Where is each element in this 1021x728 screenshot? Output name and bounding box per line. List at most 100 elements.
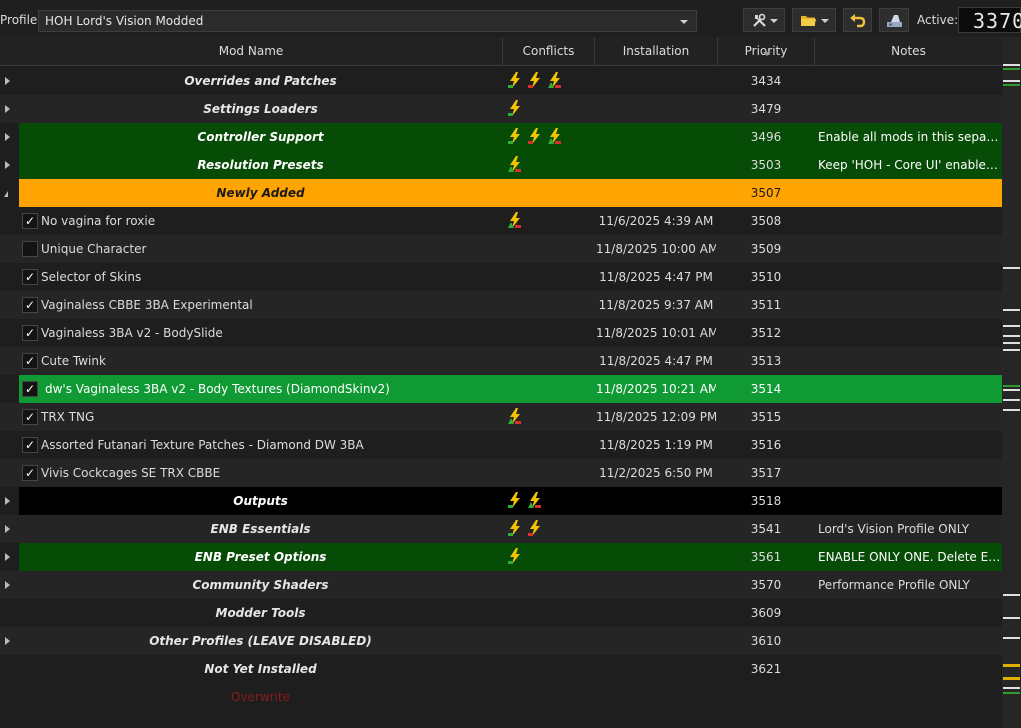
conflicts-cell <box>508 263 594 291</box>
conflict-mixed-icon <box>508 212 521 228</box>
backup-icon <box>887 15 902 27</box>
tools-button[interactable] <box>743 8 785 32</box>
conflicts-cell <box>508 235 594 263</box>
enable-checkbox[interactable]: ✓ <box>22 213 38 229</box>
enable-checkbox[interactable]: ✓ <box>22 353 38 369</box>
mod-row[interactable]: ✓ Vaginaless 3BA v2 - BodySlide 11/8/2025 … <box>0 319 1002 347</box>
separator-row[interactable]: Controller Support 3496 Enable all mods in… <box>0 123 1002 151</box>
notes-cell <box>818 291 1002 319</box>
conflict-mixed-icon <box>508 156 521 172</box>
conflicts-cell <box>508 319 594 347</box>
mod-row[interactable]: ✓ TRX TNG 11/8/2025 12:09 PM 3515 <box>0 403 1002 431</box>
separator-row[interactable]: Other Profiles (LEAVE DISABLED) 3610 <box>0 627 1002 655</box>
enable-checkbox[interactable]: ✓ <box>22 381 38 397</box>
separator-row[interactable]: Settings Loaders 3479 <box>0 95 1002 123</box>
undo-arrow-icon <box>850 14 866 28</box>
notes-cell <box>818 375 1002 403</box>
backup-button[interactable] <box>879 8 909 32</box>
conflicts-cell <box>508 67 594 95</box>
installation-date: 11/8/2025 1:19 PM <box>599 438 713 452</box>
separator-row[interactable]: Newly Added 3507 <box>0 179 1002 207</box>
conflicts-cell <box>508 291 594 319</box>
notes-cell: Keep 'HOH - Core UI' enabled. E... <box>818 158 1002 172</box>
mod-row[interactable]: ✓ No vagina for roxie 11/6/2025 4:39 AM 350… <box>0 207 1002 235</box>
undo-button[interactable] <box>843 8 872 32</box>
separator-row[interactable]: Modder Tools 3609 <box>0 599 1002 627</box>
column-mod-name[interactable]: Mod Name <box>0 37 503 66</box>
column-installation[interactable]: Installation <box>595 37 718 66</box>
expand-arrow-icon[interactable] <box>5 637 10 645</box>
separator-name: Not Yet Installed <box>204 662 317 676</box>
mod-name: TRX TNG <box>41 410 95 424</box>
enable-checkbox[interactable]: ✓ <box>22 437 38 453</box>
notes-cell: ENABLE ONLY ONE. Delete ENB ... <box>818 550 1002 564</box>
active-label: Active: <box>917 13 959 27</box>
notes-cell: Enable all mods in this separator... <box>818 130 1002 144</box>
collapse-arrow-icon[interactable] <box>4 191 8 197</box>
separator-row[interactable]: ENB Preset Options 3561 ENABLE ONLY ONE. D… <box>0 543 1002 571</box>
separator-row[interactable]: Community Shaders 3570 Performance Profile… <box>0 571 1002 599</box>
separator-name: Other Profiles (LEAVE DISABLED) <box>149 634 372 648</box>
enable-checkbox[interactable]: ✓ <box>22 297 38 313</box>
priority-value: 3503 <box>750 158 782 172</box>
conflict-overwritten-icon <box>528 520 540 536</box>
installation-date <box>596 627 716 655</box>
expand-arrow-icon[interactable] <box>5 497 10 505</box>
separator-row[interactable]: Resolution Presets 3503 Keep 'HOH - Core U… <box>0 151 1002 179</box>
mod-row[interactable]: ✓ dw's Vaginaless 3BA v2 - Body Textures … <box>0 375 1002 403</box>
conflict-overwrite-icon <box>508 492 520 508</box>
notes-cell <box>818 403 1002 431</box>
priority-value: 3518 <box>750 494 782 508</box>
column-conflicts[interactable]: Conflicts <box>503 37 595 66</box>
installation-date: 11/8/2025 12:09 PM <box>596 410 716 424</box>
expand-arrow-icon[interactable] <box>5 105 10 113</box>
separator-name: Modder Tools <box>215 606 306 620</box>
separator-name: Newly Added <box>216 186 305 200</box>
conflict-overwrite-icon <box>508 100 520 116</box>
vertical-scrollbar[interactable] <box>1002 37 1021 728</box>
open-folder-button[interactable] <box>792 8 836 32</box>
overwrite-row[interactable]: Overwrite <box>0 683 1002 711</box>
mod-row[interactable]: Unique Character 11/8/2025 10:00 AM 3509 <box>0 235 1002 263</box>
conflicts-cell <box>508 655 594 683</box>
conflicts-cell <box>508 151 594 179</box>
separator-row[interactable]: ENB Essentials 3541 Lord's Vision Profile … <box>0 515 1002 543</box>
expand-arrow-icon[interactable] <box>5 161 10 169</box>
mod-row[interactable]: ✓ Cute Twink 11/8/2025 4:47 PM 3513 <box>0 347 1002 375</box>
expand-arrow-icon[interactable] <box>5 581 10 589</box>
notes-cell <box>818 67 1002 95</box>
priority-value: 3508 <box>750 214 782 228</box>
enable-checkbox[interactable]: ✓ <box>22 465 38 481</box>
enable-checkbox[interactable]: ✓ <box>22 325 38 341</box>
enable-checkbox[interactable]: ✓ <box>22 269 38 285</box>
conflicts-cell <box>508 683 594 711</box>
separator-row[interactable]: Not Yet Installed 3621 <box>0 655 1002 683</box>
priority-value: 3496 <box>750 130 782 144</box>
separator-row[interactable]: Outputs 3518 <box>0 487 1002 515</box>
expand-arrow-icon[interactable] <box>5 77 10 85</box>
expand-arrow-icon[interactable] <box>5 553 10 561</box>
mod-row[interactable]: ✓ Selector of Skins 11/8/2025 4:47 PM 3510 <box>0 263 1002 291</box>
conflicts-cell <box>508 515 594 543</box>
separator-name: Outputs <box>233 494 288 508</box>
enable-checkbox[interactable]: ✓ <box>22 409 38 425</box>
installation-date <box>596 123 716 151</box>
separator-name: ENB Preset Options <box>194 550 327 564</box>
mod-row[interactable]: ✓ Vaginaless CBBE 3BA Experimental 11/8/20… <box>0 291 1002 319</box>
profile-select[interactable]: HOH Lord's Vision Modded <box>38 10 697 32</box>
column-notes[interactable]: Notes <box>815 37 1002 66</box>
priority-value: 3610 <box>750 634 782 648</box>
expand-arrow-icon[interactable] <box>5 525 10 533</box>
separator-name: Resolution Presets <box>197 158 324 172</box>
expand-arrow-icon[interactable] <box>5 133 10 141</box>
conflict-mixed-icon <box>508 408 521 424</box>
mod-row[interactable]: ✓ Assorted Futanari Texture Patches - Dia… <box>0 431 1002 459</box>
installation-date: 11/8/2025 4:47 PM <box>599 354 713 368</box>
folder-icon <box>801 16 816 26</box>
enable-checkbox[interactable] <box>22 241 38 257</box>
mod-row[interactable]: ✓ Vivis Cockcages SE TRX CBBE 11/2/2025 6:… <box>0 459 1002 487</box>
priority-value: 3517 <box>750 466 782 480</box>
conflicts-cell <box>508 95 594 123</box>
priority-value: 3570 <box>750 578 782 592</box>
separator-row[interactable]: Overrides and Patches 3434 <box>0 67 1002 95</box>
